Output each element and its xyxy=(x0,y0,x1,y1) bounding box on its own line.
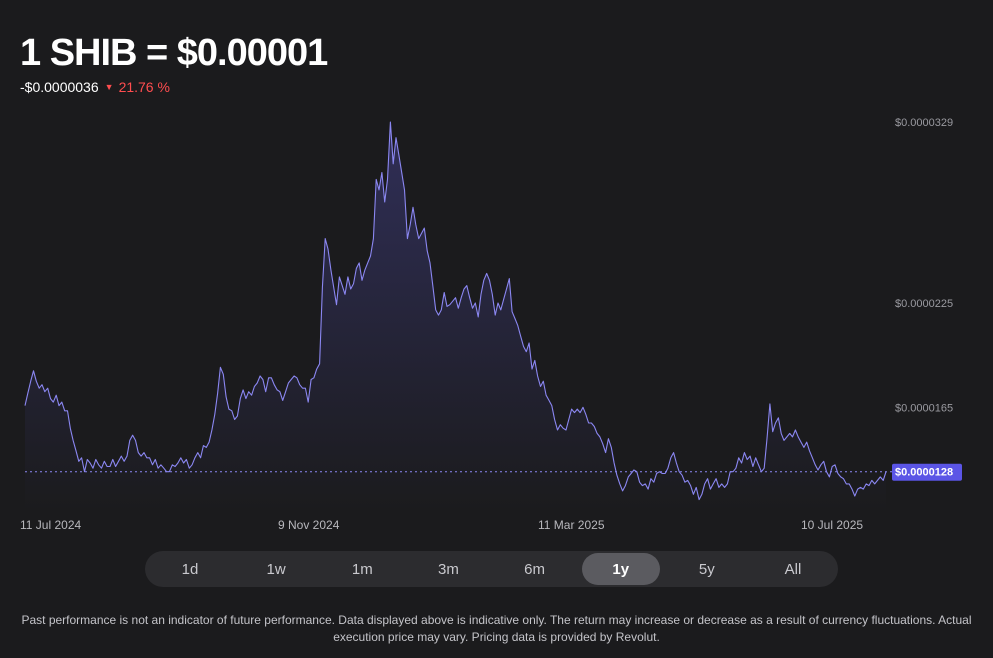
y-tick-label: $0.0000225 xyxy=(895,298,953,310)
price-chart[interactable]: $0.0000329 $0.0000225 $0.0000165 $0.000012… xyxy=(0,0,993,545)
range-option-5y[interactable]: 5y xyxy=(668,553,746,585)
x-tick-label: 11 Mar 2025 xyxy=(538,518,605,532)
range-option-6m[interactable]: 6m xyxy=(496,553,574,585)
range-option-all[interactable]: All xyxy=(754,553,832,585)
x-tick-label: 10 Jul 2025 xyxy=(801,518,863,532)
range-option-3m[interactable]: 3m xyxy=(409,553,487,585)
range-option-1d[interactable]: 1d xyxy=(151,553,229,585)
x-tick-label: 11 Jul 2024 xyxy=(20,518,81,532)
y-tick-label: $0.0000329 xyxy=(895,117,953,129)
range-option-1y[interactable]: 1y xyxy=(581,553,660,585)
x-tick-label: 9 Nov 2024 xyxy=(278,518,340,532)
time-range-selector: 1d 1w 1m 3m 6m 1y 5y All xyxy=(145,551,838,587)
y-tick-label: $0.0000165 xyxy=(895,402,953,414)
disclaimer-text: Past performance is not an indicator of … xyxy=(21,613,972,644)
current-price-label: $0.0000128 xyxy=(895,467,953,479)
range-option-1w[interactable]: 1w xyxy=(237,553,315,585)
price-area xyxy=(25,122,886,510)
range-option-1m[interactable]: 1m xyxy=(323,553,401,585)
